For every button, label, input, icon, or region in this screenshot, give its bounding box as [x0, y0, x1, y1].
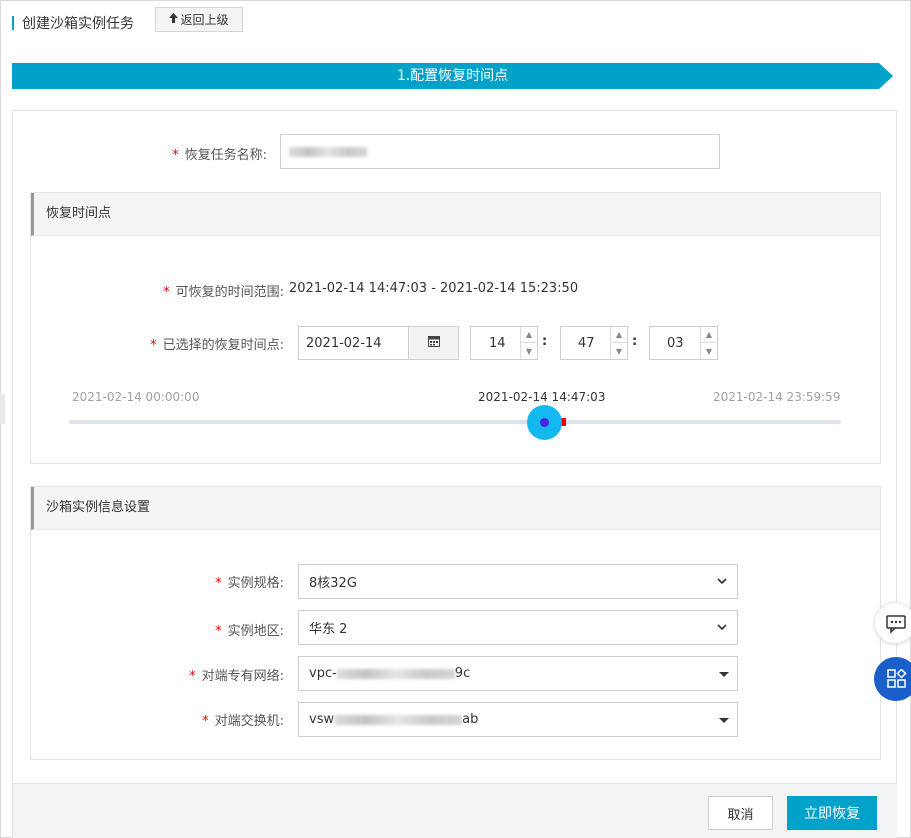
restore-date-input[interactable]: 2021-02-14	[298, 326, 409, 360]
required-asterisk: *	[215, 576, 222, 591]
page-header: 创建沙箱实例任务	[12, 10, 134, 36]
hour-spin-buttons[interactable]: ▲ ▼	[520, 327, 537, 359]
back-button[interactable]: 返回上级	[155, 7, 243, 32]
required-asterisk: *	[172, 148, 179, 163]
spin-down-icon[interactable]: ▼	[701, 343, 717, 359]
spin-down-icon[interactable]: ▼	[521, 343, 537, 359]
redacted-vpc-id	[336, 668, 455, 679]
instance-region-label: * 实例地区:	[215, 624, 284, 639]
spin-up-icon[interactable]: ▲	[611, 327, 627, 343]
apps-icon	[887, 668, 907, 693]
restore-now-button[interactable]: 立即恢复	[787, 796, 877, 830]
chevron-down-icon	[715, 620, 729, 634]
spin-up-icon[interactable]: ▲	[701, 327, 717, 343]
instance-region-value: 华东 2	[309, 622, 348, 637]
minute-stepper[interactable]: 47 ▲ ▼	[560, 326, 628, 360]
caret-down-icon	[719, 718, 729, 723]
restore-range-label: * 可恢复的时间范围:	[163, 285, 284, 300]
minute-value: 47	[578, 335, 595, 351]
selected-restore-point-label: * 已选择的恢复时间点:	[150, 338, 284, 353]
task-name-input[interactable]	[280, 134, 720, 169]
task-name-label: * 恢复任务名称:	[172, 148, 267, 163]
caret-down-icon	[719, 672, 729, 677]
time-slider-handle[interactable]	[527, 405, 563, 440]
second-stepper[interactable]: 03 ▲ ▼	[649, 326, 718, 360]
second-spin-buttons[interactable]: ▲ ▼	[700, 327, 717, 359]
required-asterisk: *	[215, 624, 222, 639]
required-asterisk: *	[189, 669, 196, 684]
restore-range-value: 2021-02-14 14:47:03 - 2021-02-14 15:23:5…	[289, 281, 579, 296]
instance-spec-value: 8核32G	[309, 576, 357, 591]
required-asterisk: *	[150, 338, 157, 353]
instance-spec-label: * 实例规格:	[215, 576, 284, 591]
apps-float-button[interactable]	[874, 657, 911, 701]
peer-vpc-label: * 对端专有网络:	[189, 669, 284, 684]
required-asterisk: *	[163, 285, 170, 300]
instance-region-select[interactable]: 华东 2	[298, 610, 738, 645]
peer-vpc-suffix: 9c	[454, 666, 471, 681]
spin-up-icon[interactable]: ▲	[521, 327, 537, 343]
slider-end-label: 2021-02-14 23:59:59	[713, 390, 841, 404]
step-label: 1.配置恢复时间点	[396, 68, 509, 84]
instance-spec-select[interactable]: 8核32G	[298, 564, 738, 599]
time-separator: :	[632, 334, 638, 349]
slider-current-label: 2021-02-14 14:47:03	[478, 390, 606, 404]
back-button-label: 返回上级	[180, 13, 229, 27]
peer-vpc-prefix: vpc-	[309, 666, 337, 681]
cancel-button[interactable]: 取消	[708, 796, 773, 830]
step-banner: 1.配置恢复时间点	[12, 63, 893, 89]
chat-float-button[interactable]	[874, 602, 911, 644]
restore-point-section-title: 恢复时间点	[31, 193, 880, 236]
title-accent-bar	[12, 16, 14, 30]
restore-date-value: 2021-02-14	[306, 335, 382, 351]
hour-stepper[interactable]: 14 ▲ ▼	[470, 326, 538, 360]
slider-handle-dot	[540, 418, 550, 427]
page-title: 创建沙箱实例任务	[22, 16, 134, 32]
peer-vswitch-suffix: ab	[462, 712, 479, 727]
slider-start-label: 2021-02-14 00:00:00	[72, 390, 200, 404]
peer-vswitch-prefix: vsw	[309, 712, 335, 727]
redacted-task-name	[289, 146, 367, 157]
peer-vswitch-label: * 对端交换机:	[202, 714, 284, 729]
time-separator: :	[542, 334, 548, 349]
chevron-down-icon	[715, 574, 729, 588]
calendar-button[interactable]	[408, 326, 459, 360]
peer-vpc-select[interactable]: vpc- 9c	[298, 656, 738, 691]
redacted-vswitch-id	[334, 714, 463, 725]
minute-spin-buttons[interactable]: ▲ ▼	[610, 327, 627, 359]
upload-arrow-icon	[169, 13, 179, 26]
side-drag-handle[interactable]	[0, 394, 5, 424]
time-slider-track[interactable]	[69, 420, 841, 424]
instance-settings-section-title: 沙箱实例信息设置	[31, 487, 880, 530]
spin-down-icon[interactable]: ▼	[611, 343, 627, 359]
calendar-icon	[427, 335, 440, 351]
peer-vswitch-select[interactable]: vsw ab	[298, 702, 738, 737]
hour-value: 14	[489, 335, 506, 351]
chat-icon	[886, 614, 906, 638]
second-value: 03	[667, 335, 684, 351]
required-asterisk: *	[202, 714, 209, 729]
